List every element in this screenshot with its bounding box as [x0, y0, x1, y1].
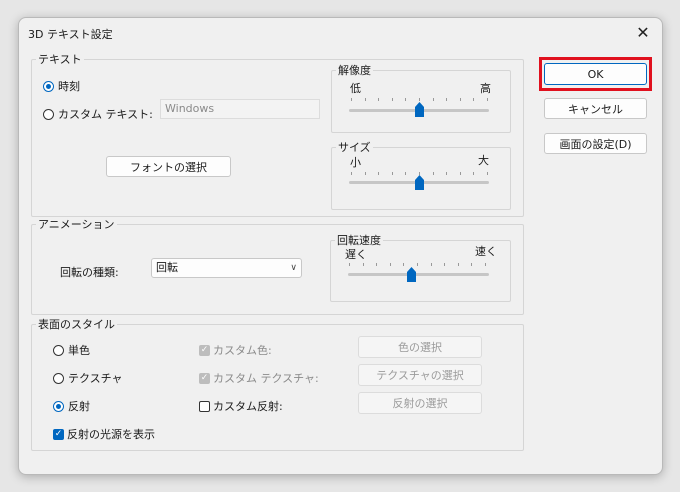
radio-selected-icon [43, 80, 54, 92]
slider-tick [378, 172, 379, 175]
resolution-high-label: 高 [480, 82, 491, 95]
slider-tick [444, 263, 445, 266]
slider-tick [458, 263, 459, 266]
slider-tick [365, 98, 366, 101]
rotation-speed-ticks [349, 263, 486, 266]
rotation-speed-fast-label: 速く [475, 245, 497, 258]
cancel-button[interactable]: キャンセル [544, 98, 647, 119]
rotation-type-value: 回転 [156, 261, 178, 274]
texture-radio[interactable]: テクスチャ [53, 370, 123, 386]
custom-color-label: カスタム色: [213, 344, 272, 357]
text-group-legend: テキスト [38, 53, 82, 66]
custom-reflection-label: カスタム反射: [213, 400, 283, 413]
resolution-slider-thumb[interactable] [414, 102, 424, 117]
text-settings-dialog: 3D テキスト設定 ✕ テキスト 時刻 カスタム テキスト: Windows フ… [18, 17, 663, 475]
slider-tick [376, 263, 377, 266]
slider-tick [460, 98, 461, 101]
resolution-low-label: 低 [350, 82, 361, 95]
slider-tick [351, 98, 352, 101]
show-reflection-light-label: 反射の光源を表示 [67, 428, 155, 441]
checkmark-icon: ✓ [199, 372, 210, 384]
size-legend: サイズ [338, 141, 371, 154]
slider-tick [403, 263, 404, 266]
checkmark-icon: ✓ [53, 428, 64, 440]
surface-style-legend: 表面のスタイル [38, 318, 115, 331]
rotation-speed-slider-track[interactable] [348, 273, 489, 276]
time-radio[interactable]: 時刻 [43, 78, 80, 94]
slider-tick [392, 98, 393, 101]
animation-group-legend: アニメーション [38, 218, 115, 231]
checkbox-unchecked-icon [199, 400, 210, 412]
font-select-button[interactable]: フォントの選択 [106, 156, 231, 177]
slider-tick [433, 98, 434, 101]
time-radio-label: 時刻 [58, 80, 80, 93]
slider-tick [419, 98, 420, 101]
solid-color-radio[interactable]: 単色 [53, 342, 90, 358]
window-title: 3D テキスト設定 [28, 28, 113, 41]
slider-tick [473, 172, 474, 175]
size-large-label: 大 [478, 154, 489, 167]
slider-tick [487, 172, 488, 175]
rotation-type-select[interactable]: 回転 ∨ [151, 258, 302, 278]
screen-settings-button[interactable]: 画面の設定(D) [544, 133, 647, 154]
chevron-down-icon: ∨ [290, 263, 297, 273]
slider-tick [390, 263, 391, 266]
size-slider-thumb[interactable] [414, 175, 424, 190]
slider-tick [446, 172, 447, 175]
custom-color-checkbox[interactable]: ✓ カスタム色: [199, 342, 272, 358]
slider-tick [431, 263, 432, 266]
slider-tick [485, 263, 486, 266]
slider-tick [446, 98, 447, 101]
slider-tick [405, 98, 406, 101]
resolution-legend: 解像度 [338, 64, 371, 77]
custom-text-radio[interactable]: カスタム テキスト: [43, 106, 153, 122]
radio-unselected-icon [43, 108, 54, 120]
rotation-speed-slow-label: 遅く [345, 248, 367, 261]
slider-tick [378, 98, 379, 101]
reflection-select-button[interactable]: 反射の選択 [358, 392, 482, 414]
radio-unselected-icon [53, 344, 64, 356]
slider-tick [351, 172, 352, 175]
slider-tick [392, 172, 393, 175]
slider-tick [460, 172, 461, 175]
reflection-radio[interactable]: 反射 [53, 398, 90, 414]
custom-text-radio-label: カスタム テキスト: [58, 108, 153, 121]
custom-texture-checkbox[interactable]: ✓ カスタム テクスチャ: [199, 370, 319, 386]
show-reflection-light-checkbox[interactable]: ✓ 反射の光源を表示 [53, 426, 155, 442]
slider-tick [405, 172, 406, 175]
checkmark-icon: ✓ [199, 344, 210, 356]
rotation-speed-slider-thumb[interactable] [406, 267, 416, 282]
reflection-radio-label: 反射 [68, 400, 90, 413]
solid-color-radio-label: 単色 [68, 344, 90, 357]
slider-tick [365, 172, 366, 175]
close-icon[interactable]: ✕ [630, 21, 656, 45]
slider-tick [417, 263, 418, 266]
slider-tick [487, 98, 488, 101]
custom-texture-label: カスタム テクスチャ: [213, 372, 319, 385]
radio-selected-icon [53, 400, 64, 412]
custom-text-input[interactable]: Windows [160, 99, 320, 119]
size-small-label: 小 [350, 156, 361, 169]
slider-tick [473, 98, 474, 101]
radio-unselected-icon [53, 372, 64, 384]
custom-reflection-checkbox[interactable]: カスタム反射: [199, 398, 283, 414]
color-select-button[interactable]: 色の選択 [358, 336, 482, 358]
resolution-ticks [351, 98, 488, 101]
slider-tick [349, 263, 350, 266]
slider-tick [433, 172, 434, 175]
slider-tick [471, 263, 472, 266]
ok-button[interactable]: OK [544, 63, 647, 85]
slider-tick [363, 263, 364, 266]
texture-radio-label: テクスチャ [68, 372, 123, 385]
rotation-type-label: 回転の種類: [60, 266, 119, 279]
title-bar: 3D テキスト設定 ✕ [19, 18, 662, 48]
texture-select-button[interactable]: テクスチャの選択 [358, 364, 482, 386]
